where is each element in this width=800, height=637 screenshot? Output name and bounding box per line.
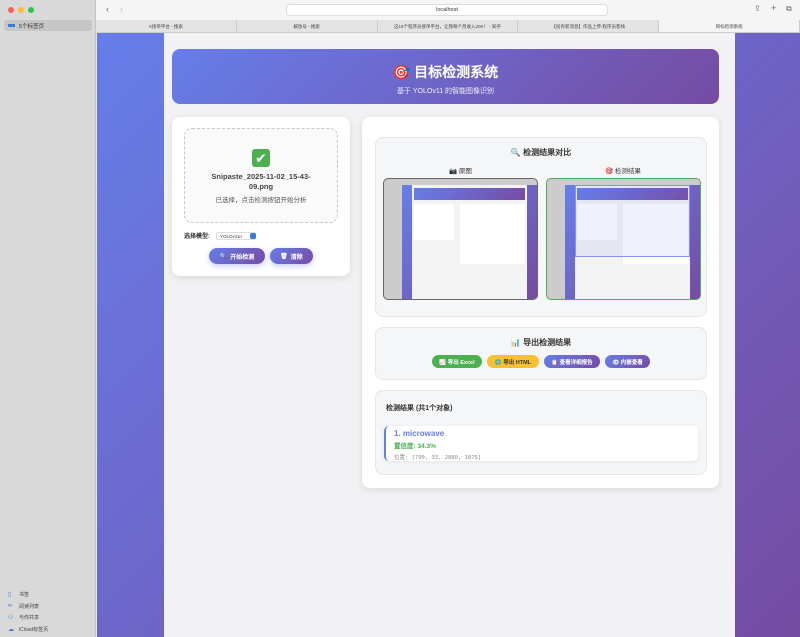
- results-title: 检测结果 (共1个对象): [386, 405, 453, 412]
- forward-icon[interactable]: ›: [120, 4, 123, 14]
- view-report-button[interactable]: 📋 查看详细报告: [544, 355, 600, 368]
- window-controls[interactable]: [8, 7, 34, 13]
- export-title: 📊 导出检测结果: [510, 338, 572, 347]
- export-section: 📊 导出检测结果 📈 导出 Excel 🌐 导出 HTML 📋 查看详细报告 👁…: [375, 327, 707, 380]
- clear-button[interactable]: 🗑 清除: [270, 248, 313, 264]
- search-icon: 🔍: [219, 253, 228, 260]
- tabs-overview-icon[interactable]: ⧉: [786, 4, 792, 14]
- browser-sidebar: 5个标签页 ▯ 书签 ∞ 阅读列表 ⚇ 与你共享 ☁ iCloud标签页: [0, 0, 96, 637]
- sidebar-bookmarks[interactable]: ▯ 书签: [8, 589, 48, 601]
- tab[interactable]: X接单平台 - 搜索: [96, 20, 237, 32]
- sidebar-shared[interactable]: ⚇ 与你共享: [8, 612, 48, 624]
- detection-box: [575, 185, 690, 257]
- model-select[interactable]: YOLOv11n: [216, 231, 256, 240]
- chevron-updown-icon: [250, 232, 256, 239]
- upload-dropzone[interactable]: ✔ Snipaste_2025-11-02_15-43-09.png 已选择，点…: [184, 128, 338, 223]
- comparison-section: 🔍 检测结果对比 📷 原图 🎯 检测结果: [375, 137, 707, 317]
- model-label: 选择模型:: [184, 234, 210, 240]
- embedded-view-button[interactable]: 👁 内嵌查看: [605, 355, 650, 368]
- result-item: 1. microwave 置信度: 34.3% 位置: [790, 33, 28…: [384, 426, 698, 461]
- bookmark-icon: ▯: [8, 592, 12, 599]
- target-icon: 🎯: [392, 64, 411, 80]
- share-icon[interactable]: ⇪: [754, 4, 761, 13]
- upload-card: ✔ Snipaste_2025-11-02_15-43-09.png 已选择，点…: [172, 117, 350, 276]
- browser-toolbar: ‹ › localhost ⇪ + ⧉: [96, 0, 800, 20]
- tab[interactable]: 解放号 - 搜索: [237, 20, 378, 32]
- sidebar-tab-group[interactable]: 5个标签页: [4, 20, 92, 31]
- export-html-button[interactable]: 🌐 导出 HTML: [487, 355, 539, 368]
- trash-icon: 🗑: [280, 253, 288, 260]
- sidebar-icloud-tabs[interactable]: ☁ iCloud标签页: [8, 624, 48, 636]
- check-icon: ✔: [252, 149, 270, 167]
- shared-icon: ⚇: [8, 615, 14, 622]
- result-position: 位置: [790, 33, 2880, 1875]: [394, 455, 482, 461]
- detect-button[interactable]: 🔍 开始检测: [209, 248, 265, 264]
- glasses-icon: ∞: [8, 603, 13, 610]
- results-card: 🔍 检测结果对比 📷 原图 🎯 检测结果 📊 导出检测结果 📈 导出 Excel…: [362, 117, 719, 488]
- result-label: 🎯 检测结果: [605, 168, 641, 175]
- back-icon[interactable]: ‹: [106, 4, 109, 14]
- page-subtitle: 基于 YOLOv11 的智能图像识别: [396, 88, 495, 95]
- sidebar-reading-list[interactable]: ∞ 阅读列表: [8, 601, 48, 613]
- tab[interactable]: 【投有新消息】作品上传-程序员客栈: [518, 20, 660, 32]
- comparison-title: 🔍 检测结果对比: [510, 148, 572, 157]
- tab-bar: X接单平台 - 搜索 解放号 - 搜索 这15个程序员接单平台，让我每个月收入2…: [96, 20, 800, 33]
- cloud-icon: ☁: [8, 626, 14, 633]
- original-label: 📷 原图: [449, 168, 472, 175]
- upload-hint: 已选择，点击检测按钮开始分析: [215, 197, 307, 204]
- result-image[interactable]: [546, 178, 701, 300]
- new-tab-icon[interactable]: +: [771, 3, 776, 13]
- original-image[interactable]: [383, 178, 538, 300]
- result-class: 1. microwave: [394, 429, 445, 438]
- detection-results-section: 检测结果 (共1个对象) 1. microwave 置信度: 34.3% 位置:…: [375, 390, 707, 475]
- page-header: 🎯 目标检测系统 基于 YOLOv11 的智能图像识别: [172, 49, 719, 104]
- tab-active[interactable]: 目标检测系统: [659, 20, 800, 32]
- file-name: Snipaste_2025-11-02_15-43-09.png: [211, 172, 311, 191]
- page-title: 目标检测系统: [414, 64, 499, 80]
- tab[interactable]: 这15个程序员接单平台，让我每个月收入20K！ - 知乎: [378, 20, 519, 32]
- export-excel-button[interactable]: 📈 导出 Excel: [432, 355, 482, 368]
- result-confidence: 置信度: 34.3%: [394, 443, 436, 450]
- address-bar[interactable]: localhost: [286, 4, 608, 16]
